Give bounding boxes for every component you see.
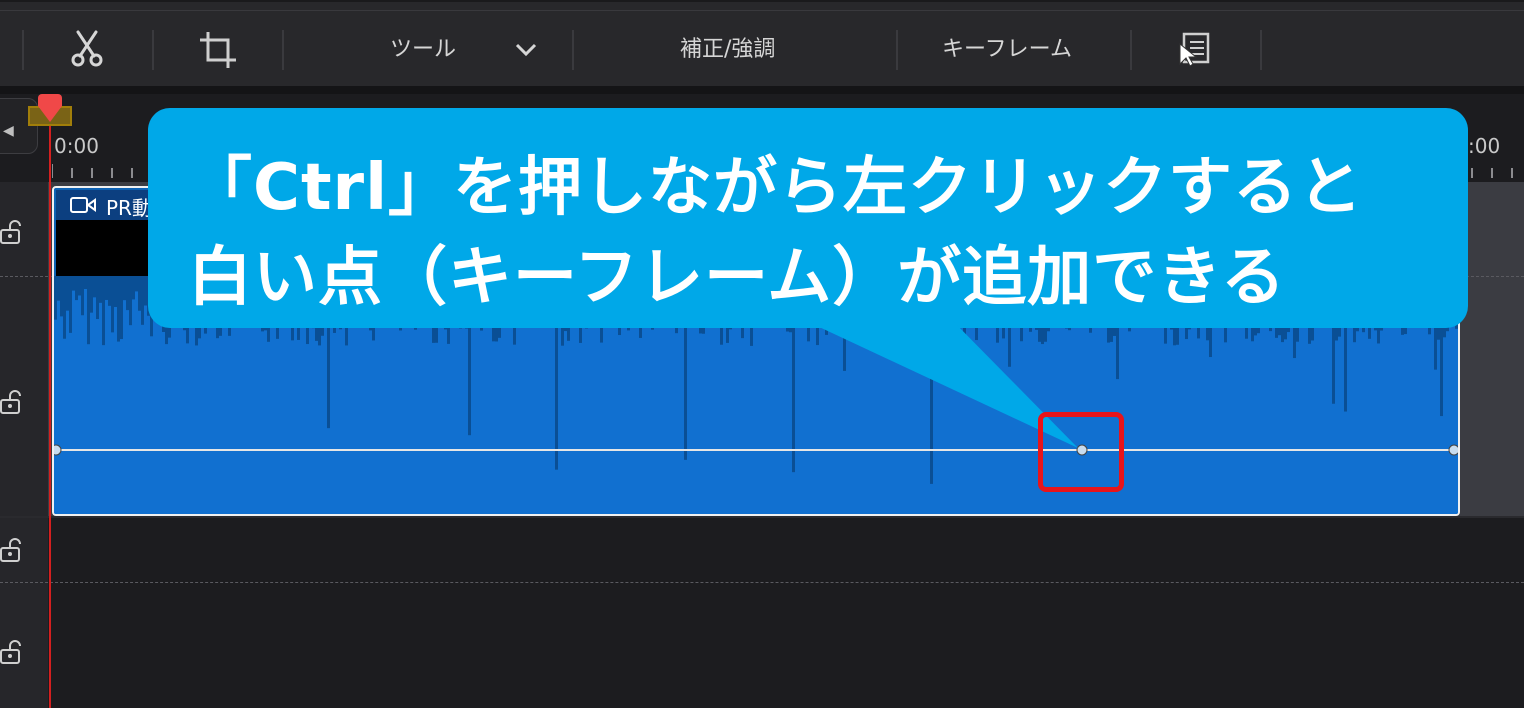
callout-pointer [800, 318, 1078, 448]
keyframe-highlight-box [1038, 412, 1124, 492]
